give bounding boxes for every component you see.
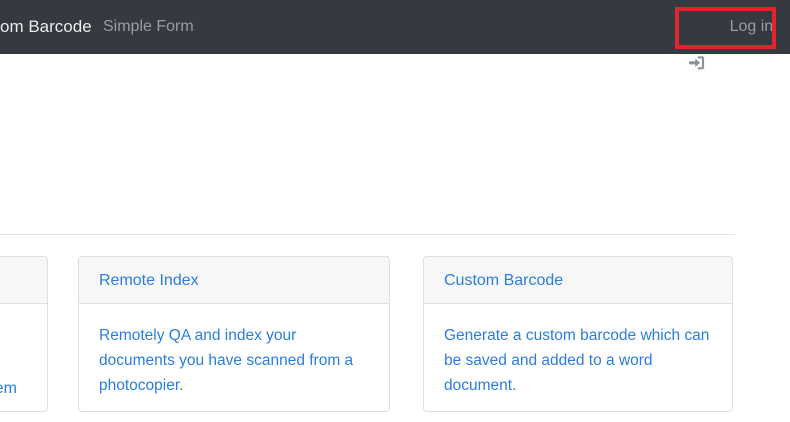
card-title-custom-barcode-link[interactable]: Custom Barcode (444, 272, 563, 289)
navbar-brand-partial[interactable]: om Barcode (0, 0, 92, 54)
card-body-partial: em (0, 304, 47, 412)
navbar: om Barcode Simple Form Log in (0, 0, 790, 54)
card-header-partial (0, 257, 47, 304)
card-partial-left: em (0, 256, 48, 412)
card-text-custom-barcode-link[interactable]: Generate a custom barcode which can be s… (444, 323, 709, 398)
card-body: Remotely QA and index your documents you… (79, 304, 389, 412)
card-header: Custom Barcode (424, 257, 732, 304)
login-label: Log in (730, 18, 774, 36)
card-custom-barcode: Custom Barcode Generate a custom barcode… (423, 256, 733, 412)
section-divider (0, 234, 735, 235)
card-remote-index: Remote Index Remotely QA and index your … (78, 256, 390, 412)
card-title-remote-index-link[interactable]: Remote Index (99, 272, 199, 289)
page: om Barcode Simple Form Log in em Remote … (0, 0, 790, 422)
card-text-fragment-link[interactable]: em (0, 376, 17, 401)
card-body: Generate a custom barcode which can be s… (424, 304, 732, 412)
card-header: Remote Index (79, 257, 389, 304)
nav-item-simple-form[interactable]: Simple Form (103, 0, 194, 54)
sign-in-icon (688, 19, 724, 35)
card-text-remote-index-link[interactable]: Remotely QA and index your documents you… (99, 323, 353, 398)
login-link[interactable]: Log in (688, 0, 773, 54)
